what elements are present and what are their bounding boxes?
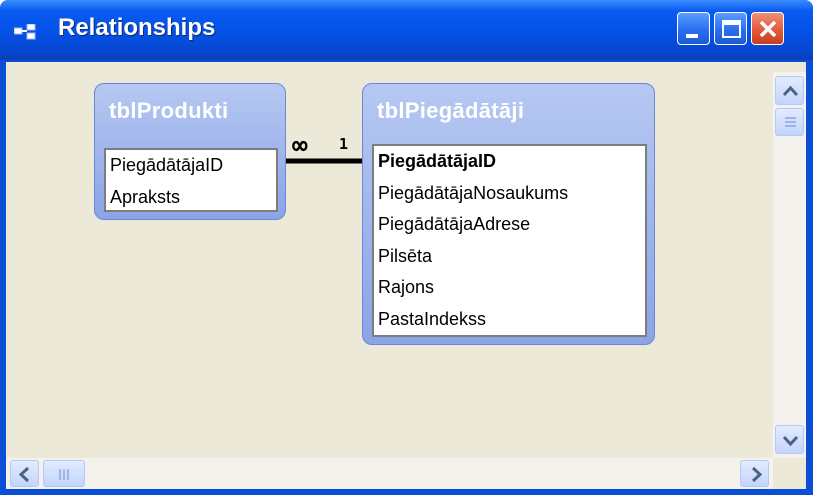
field-pilseta[interactable]: Pilsēta [374, 241, 645, 273]
relationships-window: Relationships ∞ 1 tblProdukti Piegādātāj… [0, 0, 813, 495]
field-pastaindekss[interactable]: PastaIndekss [374, 304, 645, 336]
relationships-icon [13, 23, 42, 42]
maximize-icon [722, 20, 741, 38]
vertical-scrollbar[interactable] [773, 72, 806, 458]
relationship-many-label: ∞ [292, 131, 308, 161]
table-piegadataji-field-list: PiegādātājaID PiegādātājaNosaukums Piegā… [372, 144, 647, 337]
field-piegadatajaid[interactable]: PiegādātājaID [106, 150, 276, 182]
close-icon [759, 20, 777, 38]
table-piegadataji[interactable]: tblPiegādātāji PiegādātājaID Piegādātāja… [362, 83, 655, 345]
table-piegadataji-title: tblPiegādātāji [377, 98, 525, 123]
scroll-down-button[interactable] [775, 425, 804, 454]
arrow-up-icon [782, 85, 799, 97]
arrow-right-icon [751, 466, 763, 483]
field-rajons[interactable]: Rajons [374, 272, 645, 304]
table-produkti-title: tblProdukti [109, 98, 229, 123]
grip-icon [785, 117, 796, 127]
table-produkti[interactable]: tblProdukti PiegādātājaID Apraksts [94, 83, 286, 220]
horizontal-scroll-thumb[interactable] [43, 460, 85, 487]
relationships-canvas[interactable]: ∞ 1 tblProdukti PiegādātājaID Apraksts t… [6, 62, 806, 489]
grip-icon [59, 469, 69, 480]
arrow-down-icon [782, 435, 799, 447]
title-bar[interactable]: Relationships [0, 0, 813, 60]
window-title: Relationships [58, 14, 216, 41]
scroll-up-button[interactable] [775, 76, 804, 105]
scroll-left-button[interactable] [10, 460, 39, 487]
field-piegadatajaid-primary-key[interactable]: PiegādātājaID [374, 146, 645, 178]
field-piegadatajanosaukums[interactable]: PiegādātājaNosaukums [374, 178, 645, 210]
scroll-right-button[interactable] [740, 460, 769, 487]
vertical-scroll-thumb[interactable] [775, 108, 804, 136]
minimize-button[interactable] [677, 12, 710, 45]
arrow-left-icon [18, 466, 30, 483]
relationship-one-label: 1 [339, 135, 349, 153]
maximize-button[interactable] [714, 12, 747, 45]
field-apraksts[interactable]: Apraksts [106, 182, 276, 214]
minimize-icon [686, 34, 698, 38]
table-produkti-field-list: PiegādātājaID Apraksts [104, 148, 278, 212]
close-button[interactable] [751, 12, 784, 45]
field-piegadatajaadrese[interactable]: PiegādātājaAdrese [374, 209, 645, 241]
scrollbar-corner [773, 458, 806, 489]
horizontal-scrollbar[interactable] [6, 458, 773, 489]
